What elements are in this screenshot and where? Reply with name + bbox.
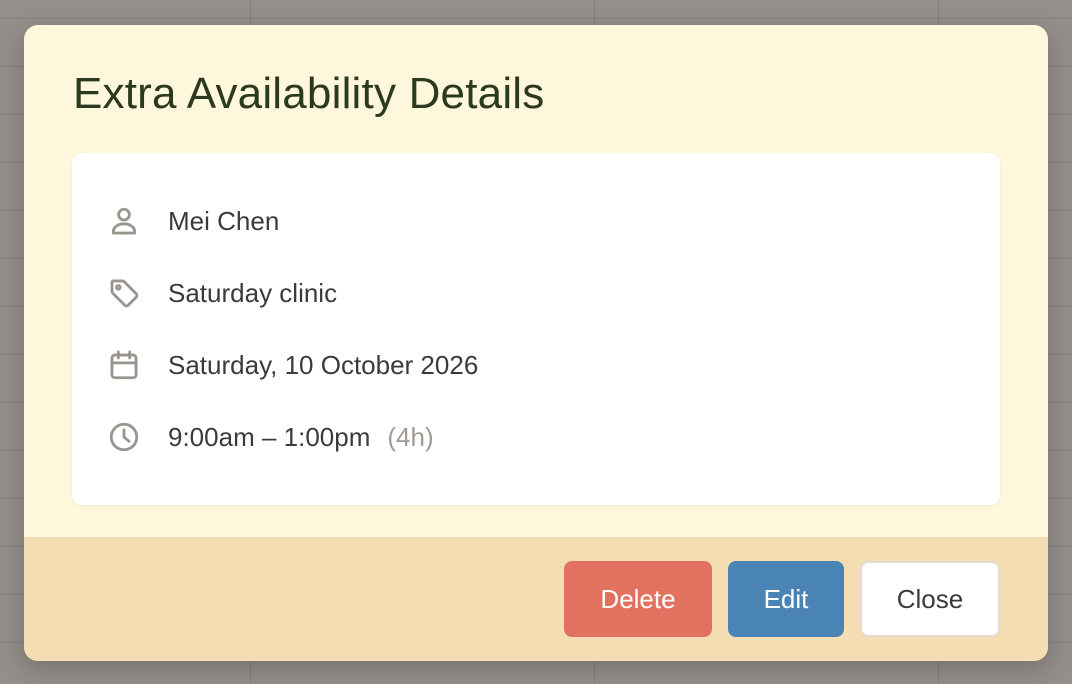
modal-footer: Delete Edit Close <box>24 537 1048 661</box>
availability-time-range: 9:00am – 1:00pm <box>168 421 371 452</box>
availability-date: Saturday, 10 October 2026 <box>168 349 479 380</box>
availability-label: Saturday clinic <box>168 277 338 308</box>
delete-button[interactable]: Delete <box>564 561 712 637</box>
detail-row-date: Saturday, 10 October 2026 <box>105 345 478 385</box>
tag-icon <box>105 274 143 312</box>
detail-row-person: Mei Chen <box>105 201 279 241</box>
details-modal: Extra Availability Details Mei Chen Satu… <box>24 25 1048 661</box>
edit-button[interactable]: Edit <box>728 561 844 637</box>
close-button[interactable]: Close <box>860 561 1000 637</box>
details-card: Mei Chen Saturday clinic Saturday, 10 Oc… <box>72 153 1000 505</box>
calendar-icon <box>105 346 143 384</box>
detail-row-tag: Saturday clinic <box>105 273 337 313</box>
availability-duration: (4h) <box>387 421 434 452</box>
person-icon <box>105 202 143 240</box>
clock-icon <box>105 418 143 456</box>
modal-title: Extra Availability Details <box>73 69 545 118</box>
person-name: Mei Chen <box>168 205 280 236</box>
detail-row-time: 9:00am – 1:00pm (4h) <box>105 417 434 457</box>
